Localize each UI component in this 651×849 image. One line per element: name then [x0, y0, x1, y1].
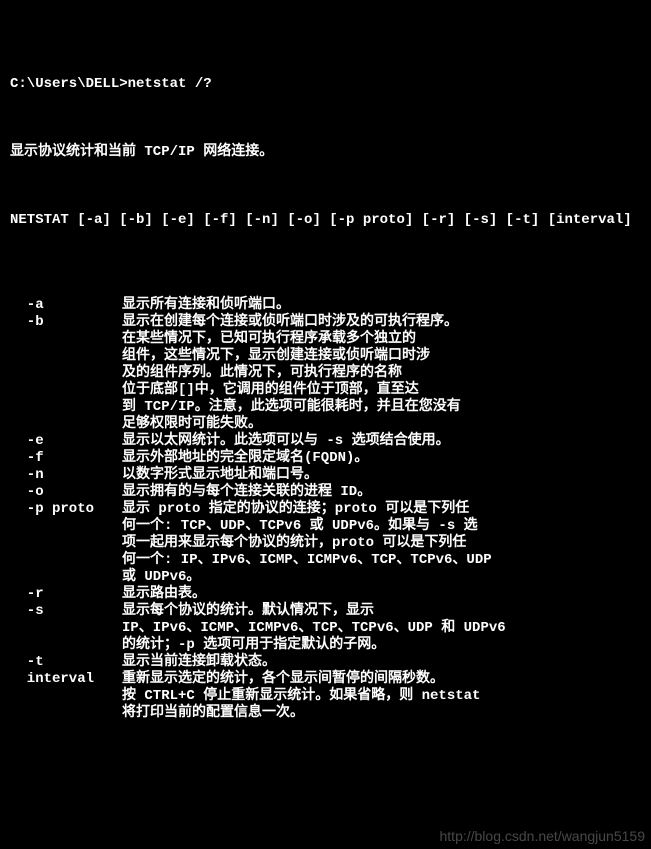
- watermark-text: http://blog.csdn.net/wangjun5159: [440, 828, 646, 845]
- option-key: -b: [10, 314, 122, 433]
- option-description: 显示以太网统计。此选项可以与 -s 选项结合使用。: [122, 433, 450, 450]
- option-key: -s: [10, 603, 122, 654]
- usage-line: NETSTAT [-a] [-b] [-e] [-f] [-n] [-o] [-…: [10, 212, 641, 229]
- option-row: -p proto显示 proto 指定的协议的连接；proto 可以是下列任 何…: [10, 501, 641, 586]
- option-description: 显示拥有的与每个连接关联的进程 ID。: [122, 484, 371, 501]
- option-key: -a: [10, 297, 122, 314]
- option-description: 显示路由表。: [122, 586, 206, 603]
- option-key: -o: [10, 484, 122, 501]
- option-key: -n: [10, 467, 122, 484]
- blank-line: [10, 246, 641, 263]
- option-row: -r显示路由表。: [10, 586, 641, 603]
- option-description: 显示外部地址的完全限定域名(FQDN)。: [122, 450, 368, 467]
- option-key: -t: [10, 654, 122, 671]
- option-description: 重新显示选定的统计，各个显示间暂停的间隔秒数。 按 CTRL+C 停止重新显示统…: [122, 671, 480, 722]
- option-row: -o显示拥有的与每个连接关联的进程 ID。: [10, 484, 641, 501]
- options-block: -a显示所有连接和侦听端口。 -b显示在创建每个连接或侦听端口时涉及的可执行程序…: [10, 297, 641, 722]
- option-row: -a显示所有连接和侦听端口。: [10, 297, 641, 314]
- blank-line: [10, 110, 641, 127]
- option-row: -e显示以太网统计。此选项可以与 -s 选项结合使用。: [10, 433, 641, 450]
- option-description: 以数字形式显示地址和端口号。: [122, 467, 318, 484]
- option-row: -t显示当前连接卸载状态。: [10, 654, 641, 671]
- option-row: -s显示每个协议的统计。默认情况下，显示 IP、IPv6、ICMP、ICMPv6…: [10, 603, 641, 654]
- option-row: interval重新显示选定的统计，各个显示间暂停的间隔秒数。 按 CTRL+C…: [10, 671, 641, 722]
- option-description: 显示 proto 指定的协议的连接；proto 可以是下列任 何一个: TCP、…: [122, 501, 492, 586]
- option-row: -n以数字形式显示地址和端口号。: [10, 467, 641, 484]
- option-key: -r: [10, 586, 122, 603]
- option-description: 显示所有连接和侦听端口。: [122, 297, 290, 314]
- option-key: interval: [10, 671, 122, 722]
- command-prompt-line: C:\Users\DELL>netstat /?: [10, 76, 641, 93]
- summary-line: 显示协议统计和当前 TCP/IP 网络连接。: [10, 144, 641, 161]
- option-description: 显示每个协议的统计。默认情况下，显示 IP、IPv6、ICMP、ICMPv6、T…: [122, 603, 506, 654]
- option-key: -p proto: [10, 501, 122, 586]
- option-key: -f: [10, 450, 122, 467]
- option-key: -e: [10, 433, 122, 450]
- option-row: -f显示外部地址的完全限定域名(FQDN)。: [10, 450, 641, 467]
- option-description: 显示在创建每个连接或侦听端口时涉及的可执行程序。 在某些情况下，已知可执行程序承…: [122, 314, 461, 433]
- blank-line: [10, 178, 641, 195]
- option-row: -b显示在创建每个连接或侦听端口时涉及的可执行程序。 在某些情况下，已知可执行程…: [10, 314, 641, 433]
- option-description: 显示当前连接卸载状态。: [122, 654, 276, 671]
